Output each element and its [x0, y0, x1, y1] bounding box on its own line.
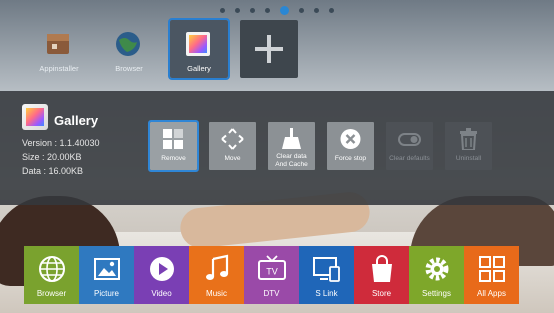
app-tile-appinstaller[interactable]: Appinstaller	[30, 20, 88, 78]
gear-icon	[425, 257, 449, 281]
app-tile-label: Gallery	[187, 64, 211, 73]
app-tile-browser[interactable]: Browser	[100, 20, 158, 78]
dock-music[interactable]: Music	[189, 246, 244, 304]
force-stop-label: Force stop	[334, 155, 367, 162]
dock-label: Video	[151, 289, 172, 298]
app-size: Size : 20.00KB	[22, 152, 82, 162]
music-note-icon	[206, 254, 229, 280]
dock-label: Browser	[36, 289, 67, 298]
apps-grid-icon	[479, 256, 505, 282]
clear-defaults-button[interactable]: Clear defaults	[386, 122, 433, 170]
remove-button[interactable]: Remove	[148, 120, 199, 172]
move-label: Move	[224, 155, 241, 162]
play-icon	[150, 257, 174, 281]
screen-link-icon	[313, 257, 340, 282]
dock-store[interactable]: Store	[354, 246, 409, 304]
broom-icon	[282, 128, 301, 149]
add-app-button[interactable]	[240, 20, 298, 78]
page-dot[interactable]	[250, 8, 255, 13]
dock-slink[interactable]: S Link	[299, 246, 354, 304]
gallery-icon	[22, 104, 48, 130]
appinstaller-icon	[47, 34, 69, 54]
plus-icon	[267, 35, 271, 63]
app-title: Gallery	[54, 113, 99, 128]
page-dot[interactable]	[265, 8, 270, 13]
tv-icon: TV	[258, 255, 286, 280]
app-version: Version : 1.1.40030	[22, 138, 100, 148]
uninstall-label: Uninstall	[455, 155, 482, 162]
grid-remove-icon	[163, 129, 183, 149]
page-dot[interactable]	[220, 8, 225, 13]
uninstall-button[interactable]: Uninstall	[445, 122, 492, 170]
svg-text:TV: TV	[266, 267, 278, 277]
page-indicator	[0, 6, 554, 15]
page-dot[interactable]	[235, 8, 240, 13]
move-arrows-icon	[221, 128, 244, 150]
globe-icon	[39, 256, 65, 282]
app-data-size: Data : 16.00KB	[22, 166, 84, 176]
page-dot[interactable]	[329, 8, 334, 13]
clear-defaults-label: Clear defaults	[389, 155, 430, 162]
dock-browser[interactable]: Browser	[24, 246, 79, 304]
dock-label: S Link	[315, 289, 338, 298]
clear-data-cache-button[interactable]: Clear data And Cache	[268, 122, 315, 170]
dock-video[interactable]: Video	[134, 246, 189, 304]
dock-label: All Apps	[477, 289, 506, 298]
page-dot-active[interactable]	[280, 6, 289, 15]
dock-settings[interactable]: Settings	[409, 246, 464, 304]
app-actions: Remove Move Clear data And Cache Force s…	[148, 120, 492, 172]
gallery-icon	[186, 32, 210, 56]
dock-all-apps[interactable]: All Apps	[464, 246, 519, 304]
picture-icon	[94, 258, 120, 280]
move-button[interactable]: Move	[209, 122, 256, 170]
page-dot[interactable]	[299, 8, 304, 13]
dock-label: Settings	[422, 289, 451, 298]
top-apps-row: Appinstaller Browser Gallery	[30, 18, 310, 80]
close-circle-icon	[340, 129, 361, 149]
dock-label: DTV	[263, 289, 280, 298]
app-tile-label: Browser	[115, 64, 143, 73]
toggle-icon	[398, 133, 421, 146]
bottom-dock: Browser Picture Video Music TV DTV S Lin…	[24, 246, 519, 304]
clear-data-label: Clear data And Cache	[275, 153, 308, 168]
shopping-bag-icon	[372, 255, 392, 282]
dock-label: Music	[206, 289, 227, 298]
trash-icon	[460, 128, 477, 150]
dock-label: Picture	[94, 289, 119, 298]
app-tile-label: Appinstaller	[39, 64, 79, 73]
page-dot[interactable]	[314, 8, 319, 13]
remove-label: Remove	[161, 155, 186, 162]
globe-icon	[116, 32, 140, 56]
dock-picture[interactable]: Picture	[79, 246, 134, 304]
app-tile-gallery[interactable]: Gallery	[168, 18, 230, 80]
force-stop-button[interactable]: Force stop	[327, 122, 374, 170]
dock-label: Store	[371, 289, 392, 298]
dock-dtv[interactable]: TV DTV	[244, 246, 299, 304]
